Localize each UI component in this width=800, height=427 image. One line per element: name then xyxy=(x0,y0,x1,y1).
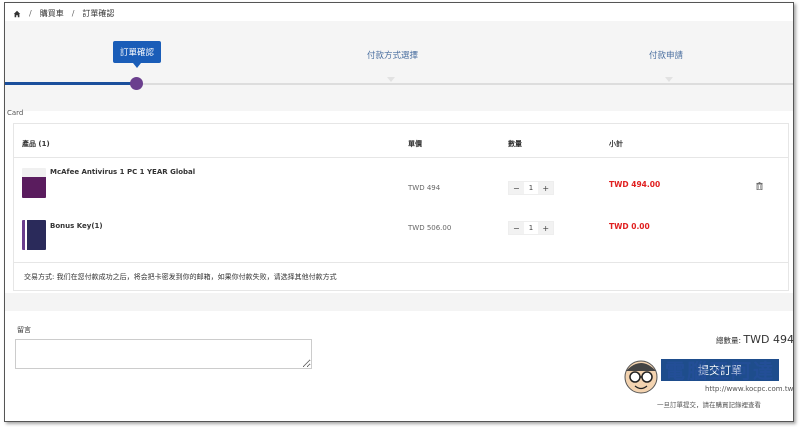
product-image[interactable] xyxy=(22,220,46,250)
after-submit-note: 一旦訂單提交，請在購買記錄裡查看 xyxy=(657,401,761,409)
quantity-stepper: − 1 + xyxy=(508,181,554,195)
product-image[interactable] xyxy=(22,168,46,198)
qty-decrease-button[interactable]: − xyxy=(509,222,524,234)
unit-price: TWD 494 xyxy=(408,184,441,192)
trade-method-note: 交易方式: 我们在您付款成功之后，将会把卡密发到你的邮箱，如果你付款失败，请选择… xyxy=(24,273,337,281)
cart-table: 產品 (1) 單價 數量 小計 McAfee Antivirus 1 PC 1 … xyxy=(13,123,789,291)
step-payment-request: 付款申請 xyxy=(649,51,684,61)
progress-fill xyxy=(5,82,136,85)
subtotal: TWD 0.00 xyxy=(609,222,650,231)
unit-price: TWD 506.00 xyxy=(408,224,452,232)
submit-order-button[interactable]: 提交訂單 xyxy=(661,359,779,381)
trash-icon[interactable] xyxy=(756,182,763,190)
breadcrumb-separator: / xyxy=(29,9,32,18)
qty-value[interactable]: 1 xyxy=(523,222,539,234)
qty-increase-button[interactable]: + xyxy=(538,182,554,194)
home-icon[interactable] xyxy=(13,10,21,18)
subtotal: TWD 494.00 xyxy=(609,180,661,189)
breadcrumb: / 購買車 / 訂單確認 xyxy=(13,8,114,19)
qty-increase-button[interactable]: + xyxy=(538,222,554,234)
total-amount: TWD 494 xyxy=(743,333,794,346)
product-name[interactable]: Bonus Key(1) xyxy=(50,222,103,230)
row-divider xyxy=(14,157,788,158)
message-label: 留言 xyxy=(17,326,31,334)
header-subtotal: 小計 xyxy=(609,140,623,148)
progress-track xyxy=(136,83,793,85)
page-frame: / 購買車 / 訂單確認 訂單確認 付款方式選擇 付款申請 Card 產品 (1… xyxy=(4,2,794,422)
breadcrumb-separator: / xyxy=(71,9,75,18)
breadcrumb-current: 訂單確認 xyxy=(82,9,115,18)
card-label: Card xyxy=(7,109,24,117)
breadcrumb-cart-link[interactable]: 購買車 xyxy=(40,8,64,19)
quantity-stepper: − 1 + xyxy=(508,221,554,235)
product-name[interactable]: McAfee Antivirus 1 PC 1 YEAR Global xyxy=(50,168,195,176)
message-textarea[interactable] xyxy=(15,339,312,369)
qty-decrease-button[interactable]: − xyxy=(509,182,524,194)
header-quantity: 數量 xyxy=(508,140,522,148)
qty-value[interactable]: 1 xyxy=(523,182,539,194)
step-order-confirm: 訂單確認 xyxy=(113,41,161,68)
header-product: 產品 (1) xyxy=(22,140,50,148)
row-divider xyxy=(14,262,788,263)
header-unit-price: 單價 xyxy=(408,140,422,148)
total-label: 總數量: xyxy=(716,336,742,345)
progress-dot xyxy=(130,77,143,90)
section-divider xyxy=(5,293,793,311)
checkout-stepper: 訂單確認 付款方式選擇 付款申請 xyxy=(5,21,793,111)
watermark-url: http://www.kocpc.com.tw xyxy=(705,385,794,393)
total-summary: 總數量: TWD 494 xyxy=(716,333,794,346)
watermark-mascot-icon xyxy=(624,360,658,394)
step-payment-method: 付款方式選擇 xyxy=(367,51,419,61)
